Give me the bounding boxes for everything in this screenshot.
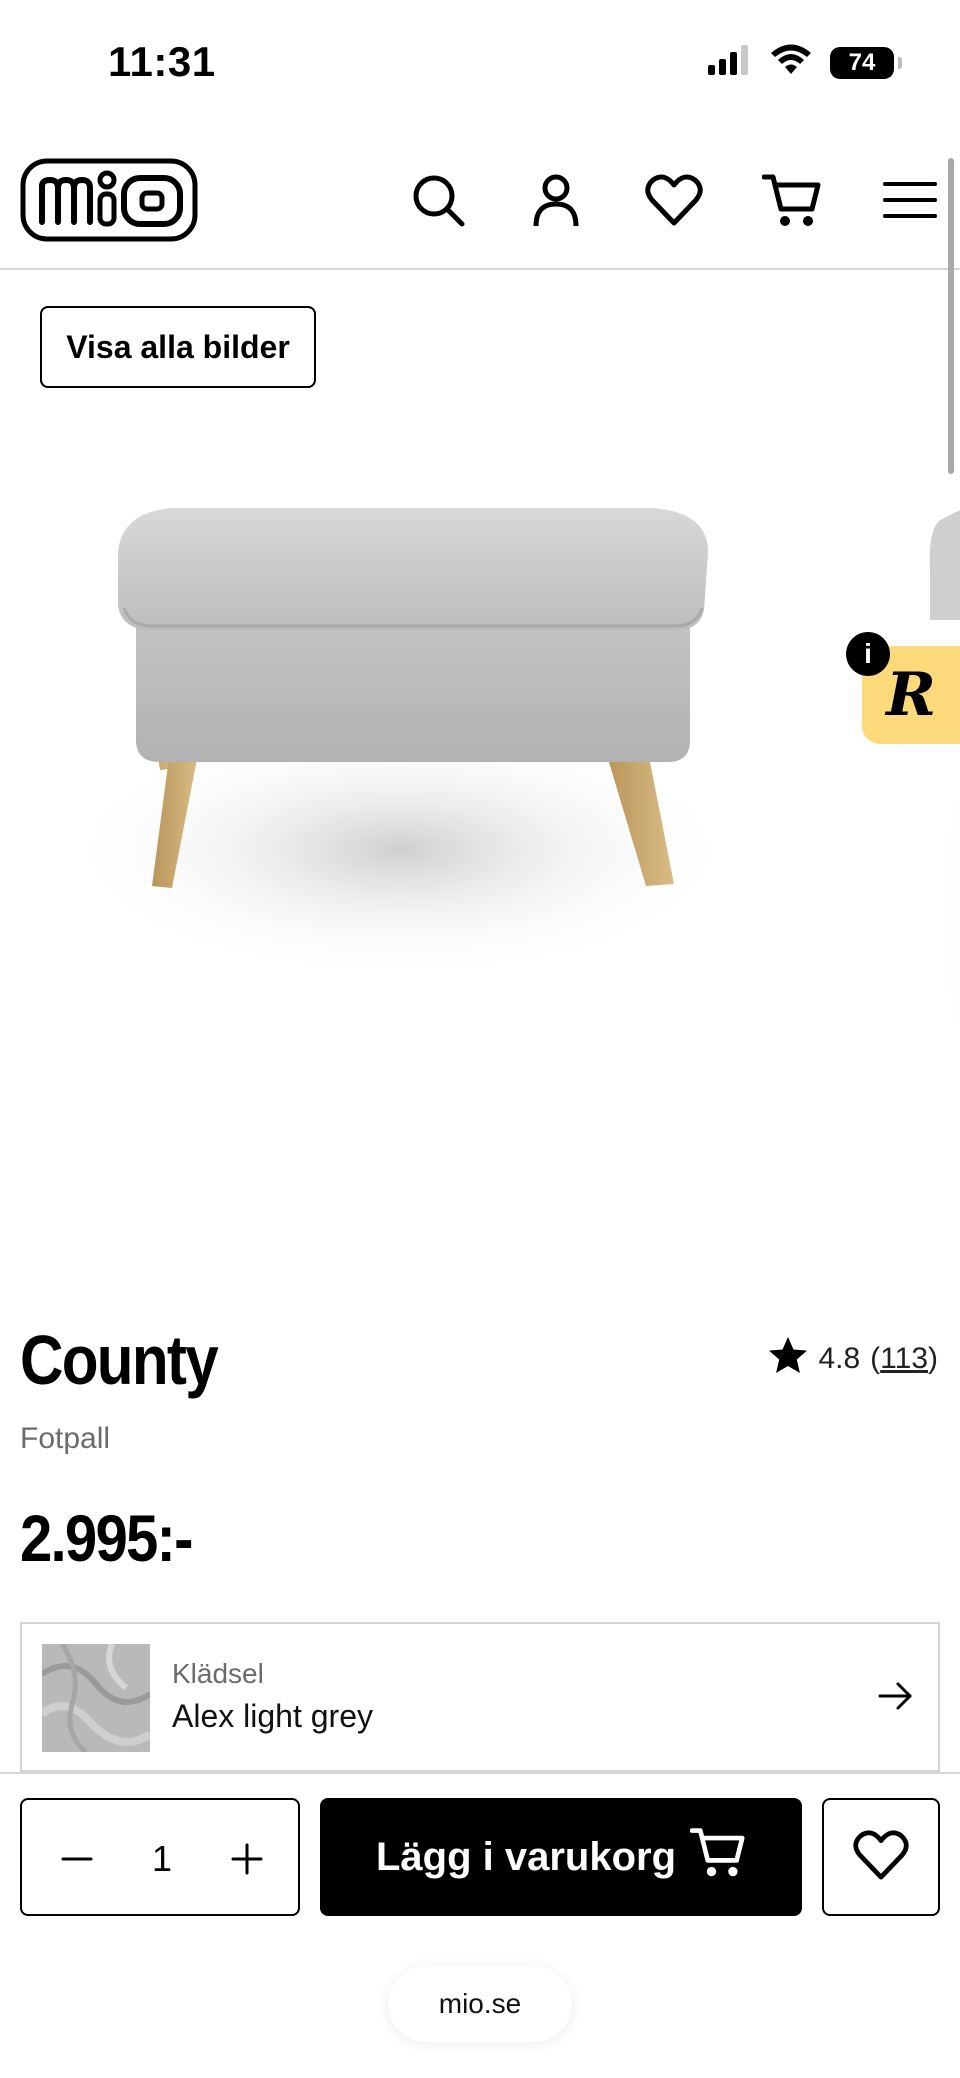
cart-icon[interactable] xyxy=(762,170,822,230)
battery-level: 74 xyxy=(848,48,876,76)
add-to-wishlist-button[interactable] xyxy=(822,1798,940,1916)
battery-indicator: 74 xyxy=(830,46,902,79)
heart-icon xyxy=(853,1829,909,1886)
upholstery-selector[interactable]: Klädsel Alex light grey xyxy=(20,1622,940,1772)
purchase-action-bar: 1 Lägg i varukorg xyxy=(0,1772,960,1952)
status-icons: 74 xyxy=(708,44,902,81)
star-icon xyxy=(768,1336,808,1382)
menu-icon[interactable] xyxy=(880,170,940,230)
product-image[interactable] xyxy=(40,440,760,1080)
page-scrollbar[interactable] xyxy=(948,158,954,474)
mio-logo[interactable] xyxy=(20,158,198,242)
quantity-value[interactable]: 1 xyxy=(122,1834,202,1884)
quantity-stepper[interactable]: 1 xyxy=(20,1798,300,1916)
search-icon[interactable] xyxy=(408,170,468,230)
arrow-right-icon xyxy=(876,1676,916,1716)
site-header xyxy=(0,150,960,270)
next-product-image[interactable] xyxy=(880,460,960,1120)
browser-url-bar[interactable]: mio.se xyxy=(388,1966,572,2042)
cart-icon xyxy=(689,1825,746,1889)
wifi-icon xyxy=(770,44,812,81)
rating-value: 4.8 xyxy=(818,1342,861,1375)
product-name: County xyxy=(20,1321,219,1399)
add-to-cart-button[interactable]: Lägg i varukorg xyxy=(320,1798,802,1916)
rating-count-link[interactable]: 113 xyxy=(880,1342,928,1375)
battery-tip xyxy=(898,56,902,69)
product-type: Fotpall xyxy=(20,1422,111,1455)
product-price: 2.995:- xyxy=(20,1501,193,1575)
account-icon[interactable] xyxy=(526,170,586,230)
status-bar: 11:31 74 xyxy=(0,0,960,130)
signal-icon xyxy=(708,45,752,80)
fabric-swatch xyxy=(42,1644,150,1752)
increase-quantity-button[interactable] xyxy=(222,1834,272,1884)
rating-count-wrapper[interactable]: (113) xyxy=(870,1342,938,1376)
info-icon[interactable]: i xyxy=(846,632,890,676)
view-all-images-button[interactable]: Visa alla bilder xyxy=(40,306,316,388)
upholstery-value: Alex light grey xyxy=(172,1698,373,1734)
add-to-cart-label: Lägg i varukorg xyxy=(375,1834,677,1879)
status-time: 11:31 xyxy=(108,38,216,85)
heart-icon[interactable] xyxy=(644,170,704,230)
product-rating[interactable]: 4.8 (113) xyxy=(768,1336,938,1382)
upholstery-label: Klädsel xyxy=(172,1658,264,1689)
decrease-quantity-button[interactable] xyxy=(52,1834,102,1884)
